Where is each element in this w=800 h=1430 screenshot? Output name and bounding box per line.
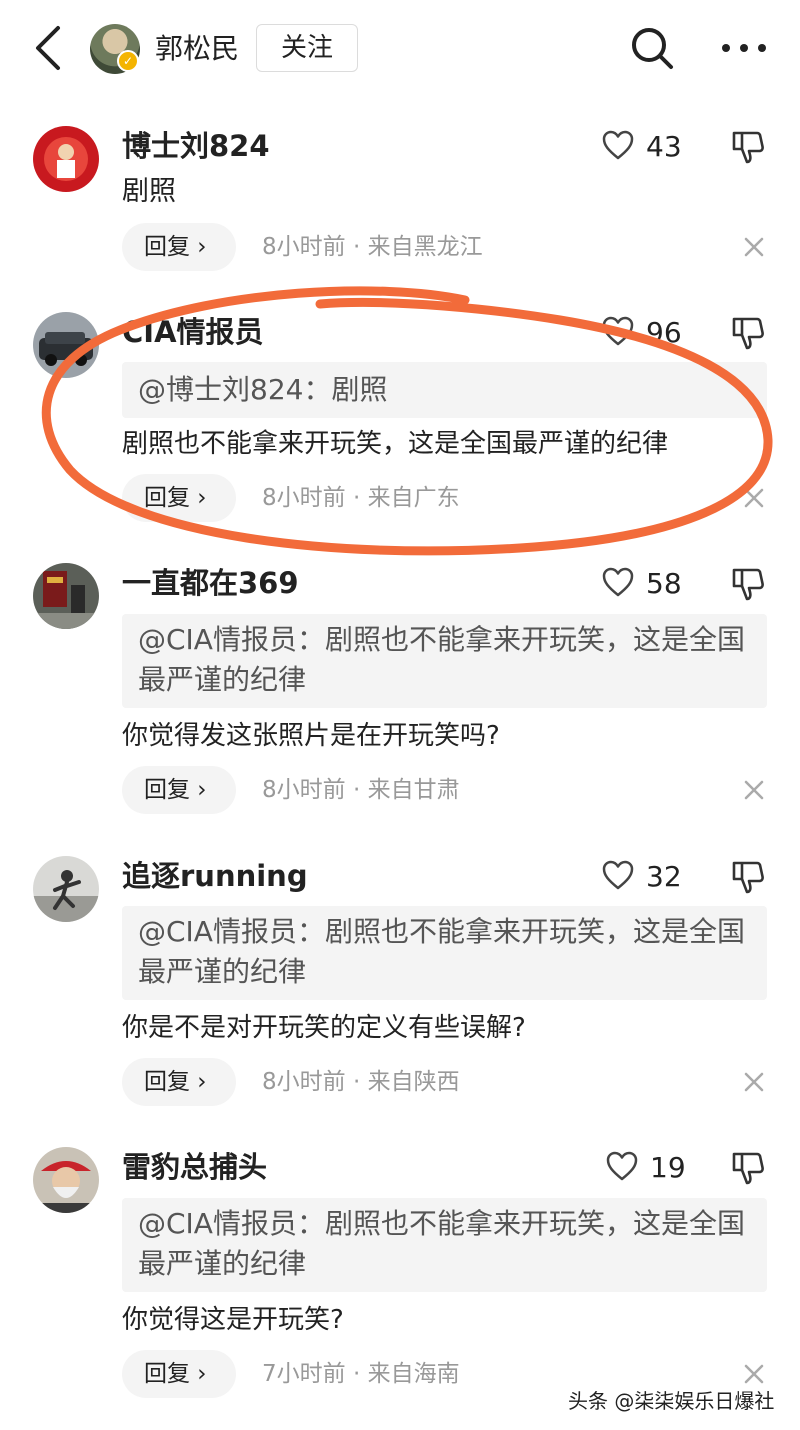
comment-text: 你觉得这是开玩笑? [122, 1305, 344, 1335]
verified-badge-icon: ✓ [117, 50, 139, 72]
thumbs-down-icon [732, 317, 764, 350]
heart-icon [602, 130, 634, 160]
dismiss-button[interactable] [740, 776, 768, 804]
more-icon [722, 44, 766, 52]
comment-text: 你是不是对开玩笑的定义有些误解? [122, 1013, 526, 1043]
like-button[interactable]: 43 [602, 127, 712, 167]
like-count: 58 [646, 567, 682, 600]
reply-button[interactable]: 回复 › [122, 766, 236, 814]
like-button[interactable]: 58 [602, 564, 712, 604]
comment-author[interactable]: 一直都在369 [122, 565, 299, 601]
close-icon [744, 1364, 764, 1384]
comment-text: 剧照 [122, 176, 176, 207]
avatar[interactable] [33, 126, 99, 192]
like-button[interactable]: 32 [602, 857, 712, 897]
close-icon [744, 780, 764, 800]
heart-icon [602, 567, 634, 597]
close-icon [744, 237, 764, 257]
top-bar: ✓ 郭松民 关注 [0, 0, 800, 98]
reply-button[interactable]: 回复 › [122, 1350, 236, 1398]
heart-icon [602, 316, 634, 346]
comment-text: 你觉得发这张照片是在开玩笑吗? [122, 721, 500, 751]
comment-meta: 8小时前 · 来自甘肃 [262, 766, 460, 814]
search-icon [632, 28, 673, 69]
reply-button[interactable]: 回复 › [122, 1058, 236, 1106]
like-button[interactable]: 19 [606, 1148, 716, 1188]
quoted-comment[interactable]: @博士刘824：剧照 [122, 362, 767, 418]
dislike-button[interactable] [730, 1150, 766, 1186]
comment-time: 8小时前 [262, 234, 346, 260]
dislike-button[interactable] [730, 129, 766, 165]
comment-author[interactable]: 追逐running [122, 858, 308, 894]
avatar[interactable] [33, 312, 99, 378]
dislike-button[interactable] [730, 566, 766, 602]
avatar[interactable] [33, 1147, 99, 1213]
dismiss-button[interactable] [740, 1068, 768, 1096]
close-icon [744, 488, 764, 508]
like-count: 32 [646, 860, 682, 893]
dislike-button[interactable] [730, 315, 766, 351]
quoted-comment[interactable]: @CIA情报员：剧照也不能拿来开玩笑，这是全国最严谨的纪律 [122, 1198, 767, 1292]
like-count: 96 [646, 316, 682, 349]
like-button[interactable]: 96 [602, 313, 712, 353]
close-icon [744, 1072, 764, 1092]
dislike-button[interactable] [730, 859, 766, 895]
follow-button[interactable]: 关注 [256, 24, 358, 72]
thumbs-down-icon [732, 1152, 764, 1185]
thumbs-down-icon [732, 131, 764, 164]
comment-location: 来自陕西 [367, 1069, 460, 1095]
dismiss-button[interactable] [740, 1360, 768, 1388]
quoted-comment[interactable]: @CIA情报员：剧照也不能拿来开玩笑，这是全国最严谨的纪律 [122, 614, 767, 708]
back-arrow-icon [36, 26, 60, 70]
avatar[interactable] [33, 856, 99, 922]
meta-separator: · [352, 234, 361, 260]
comment-location: 来自海南 [367, 1361, 460, 1387]
heart-icon [606, 1151, 638, 1181]
search-button[interactable] [628, 24, 676, 72]
comment-author[interactable]: 雷豹总捕头 [122, 1149, 267, 1185]
comment-meta: 8小时前 · 来自陕西 [262, 1058, 460, 1106]
reply-button[interactable]: 回复 › [122, 223, 236, 271]
comment-time: 7小时前 [262, 1361, 346, 1387]
comment-author[interactable]: CIA情报员 [122, 314, 264, 350]
avatar[interactable] [33, 563, 99, 629]
comment-time: 8小时前 [262, 777, 346, 803]
comment-meta: 8小时前 · 来自黑龙江 [262, 223, 483, 271]
watermark: 头条 @柒柒娱乐日爆社 [568, 1389, 775, 1413]
comment-location: 来自黑龙江 [367, 234, 483, 260]
author-name[interactable]: 郭松民 [155, 30, 239, 68]
heart-icon [602, 860, 634, 890]
like-count: 43 [646, 130, 682, 163]
quoted-comment[interactable]: @CIA情报员：剧照也不能拿来开玩笑，这是全国最严谨的纪律 [122, 906, 767, 1000]
comment-time: 8小时前 [262, 485, 346, 511]
like-count: 19 [650, 1151, 686, 1184]
comment-time: 8小时前 [262, 1069, 346, 1095]
comment-location: 来自甘肃 [367, 777, 460, 803]
meta-separator: · [352, 1361, 361, 1387]
dismiss-button[interactable] [740, 233, 768, 261]
back-button[interactable] [30, 24, 70, 72]
more-button[interactable] [720, 30, 768, 66]
comment-author[interactable]: 博士刘824 [122, 128, 270, 164]
comment-text: 剧照也不能拿来开玩笑，这是全国最严谨的纪律 [122, 429, 669, 459]
reply-button[interactable]: 回复 › [122, 474, 236, 522]
meta-separator: · [352, 1069, 361, 1095]
comment-location: 来自广东 [367, 485, 460, 511]
comment-meta: 7小时前 · 来自海南 [262, 1350, 460, 1398]
thumbs-down-icon [732, 568, 764, 601]
meta-separator: · [352, 485, 361, 511]
comment-meta: 8小时前 · 来自广东 [262, 474, 460, 522]
thumbs-down-icon [732, 861, 764, 894]
dismiss-button[interactable] [740, 484, 768, 512]
meta-separator: · [352, 777, 361, 803]
